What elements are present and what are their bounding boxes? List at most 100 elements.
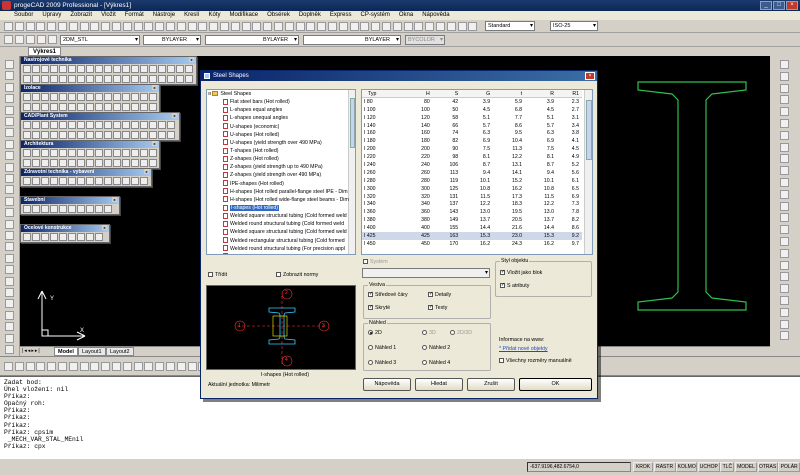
- document-tab[interactable]: Výkres1: [28, 47, 62, 56]
- table-header[interactable]: t: [493, 90, 526, 99]
- draw-tool-icon[interactable]: [5, 299, 14, 309]
- palette-tool-icon[interactable]: [68, 177, 76, 185]
- status-toggle-tlč[interactable]: TLČ: [720, 462, 735, 472]
- palette-tool-icon[interactable]: [113, 65, 121, 73]
- palette-tool-icon[interactable]: [77, 93, 85, 101]
- palette-tool-icon[interactable]: [32, 75, 40, 83]
- palette-tool-icon[interactable]: [104, 121, 112, 129]
- palette-tool-icon[interactable]: [77, 205, 85, 213]
- modify-tool-icon[interactable]: [780, 107, 789, 117]
- palette-tool-icon[interactable]: [104, 65, 112, 73]
- tree-item[interactable]: Z-shapes (yield strength up to 490 MPa): [207, 163, 355, 171]
- layer-combo[interactable]: 2DM_STL: [60, 35, 140, 45]
- palette-tool-icon[interactable]: [50, 177, 58, 185]
- palette-tool-icon[interactable]: [50, 131, 58, 139]
- palette-tool-icon[interactable]: [50, 103, 58, 111]
- menu-item[interactable]: Kreslí: [184, 11, 199, 20]
- tree-item[interactable]: U-shapes (economic): [207, 123, 355, 131]
- palette-tool-icon[interactable]: [86, 121, 94, 129]
- help-button[interactable]: Nápověda: [363, 378, 411, 391]
- bottom-toolbar-icon[interactable]: [101, 362, 111, 371]
- palette-tool-icon[interactable]: [122, 131, 130, 139]
- draw-tool-icon[interactable]: [5, 139, 14, 149]
- table-header[interactable]: R1: [557, 90, 582, 99]
- modify-tool-icon[interactable]: [780, 142, 789, 152]
- palette-tool-icon[interactable]: [104, 93, 112, 101]
- radio-view-4[interactable]: Náhled 4: [422, 360, 450, 366]
- toolbar-icon[interactable]: [468, 22, 478, 31]
- palette-tool-icon[interactable]: [50, 121, 58, 129]
- palette-tool-icon[interactable]: [32, 205, 40, 213]
- status-toggle-uchop[interactable]: UCHOP: [697, 462, 720, 472]
- palette-tool-icon[interactable]: [122, 149, 130, 157]
- draw-tool-icon[interactable]: [5, 94, 14, 104]
- toolbar-icon[interactable]: [317, 22, 327, 31]
- palette-tool-icon[interactable]: [113, 177, 121, 185]
- table-row[interactable]: I 140 140 66 5.7 8.6 5.7 3.4: [362, 122, 582, 130]
- tree-item[interactable]: Welded rectangular structural tubing (Co…: [207, 237, 355, 245]
- palette-tool-icon[interactable]: [41, 75, 49, 83]
- palette-tool-icon[interactable]: [23, 149, 31, 157]
- tree-item[interactable]: H-shapes (Hot rolled parallel-flange ste…: [207, 188, 355, 196]
- tree-item[interactable]: T-shapes (Hot rolled): [207, 147, 355, 155]
- palette-tool-icon[interactable]: [104, 177, 112, 185]
- palette-tool-icon[interactable]: [23, 233, 31, 241]
- toolbar-icon[interactable]: [306, 22, 316, 31]
- toolbar-icon[interactable]: [414, 22, 424, 31]
- insert-as-block-checkbox[interactable]: Vložit jako blok: [500, 269, 542, 276]
- menu-item[interactable]: Kóty: [208, 11, 220, 20]
- palette-tool-icon[interactable]: [131, 103, 139, 111]
- toolbar-icon[interactable]: [47, 22, 57, 31]
- palette-tool-icon[interactable]: [104, 103, 112, 111]
- color-combo[interactable]: BYLAYER: [143, 35, 201, 45]
- menu-item[interactable]: Okna: [399, 11, 413, 20]
- palette-tool-icon[interactable]: [68, 233, 76, 241]
- modify-tool-icon[interactable]: [780, 272, 789, 282]
- modify-tool-icon[interactable]: [780, 319, 789, 329]
- radio-view-1[interactable]: Náhled 1: [368, 345, 396, 351]
- palette-tool-icon[interactable]: [122, 75, 130, 83]
- palette-tool-icon[interactable]: [23, 93, 31, 101]
- menu-item[interactable]: Nástroje: [153, 11, 175, 20]
- draw-tool-icon[interactable]: [5, 60, 14, 69]
- hidden-checkbox[interactable]: Skryté: [368, 304, 390, 311]
- table-header[interactable]: G: [461, 90, 494, 99]
- palette-tool-icon[interactable]: [23, 177, 31, 185]
- palette-tool-icon[interactable]: [86, 75, 94, 83]
- palette-tool-icon[interactable]: [32, 131, 40, 139]
- menu-item[interactable]: Vložit: [101, 11, 116, 20]
- tab-layout1[interactable]: Layout1: [78, 347, 106, 356]
- palette-tool-icon[interactable]: [113, 149, 121, 157]
- palette-tool-icon[interactable]: [77, 159, 85, 167]
- toolbar-icon[interactable]: [284, 22, 294, 31]
- palette-tool-icon[interactable]: [68, 103, 76, 111]
- palette-tool-icon[interactable]: [86, 103, 94, 111]
- toolbar-icon[interactable]: [187, 22, 197, 31]
- palette-tool-icon[interactable]: [77, 75, 85, 83]
- palette-tool-icon[interactable]: [185, 75, 193, 83]
- add-objects-link[interactable]: * Přidat nové objekty: [499, 346, 548, 352]
- table-row[interactable]: I 100 100 50 4.5 6.8 4.5 2.7: [362, 106, 582, 114]
- dim-style-combo[interactable]: ISO-25: [550, 21, 598, 31]
- table-header[interactable]: R: [525, 90, 558, 99]
- tree-item[interactable]: Z-shapes (Hot rolled): [207, 155, 355, 163]
- menu-item[interactable]: Úpravy: [42, 11, 61, 20]
- toolbar-icon[interactable]: [4, 22, 13, 31]
- palette-tool-icon[interactable]: [131, 121, 139, 129]
- palette-tool-icon[interactable]: [95, 233, 103, 241]
- lineweight-combo[interactable]: BYLAYER: [303, 35, 401, 45]
- palette-tool-icon[interactable]: [50, 149, 58, 157]
- tree-item[interactable]: Welded square structural tubing (Cold fo…: [207, 212, 355, 220]
- table-row[interactable]: I 400 400 155 14.4 21.6 14.4 8.6: [362, 224, 582, 232]
- modify-tool-icon[interactable]: [780, 130, 789, 140]
- palette-tool-icon[interactable]: [41, 149, 49, 157]
- palette-tool-icon[interactable]: [167, 75, 175, 83]
- radio-2d3d[interactable]: 2D/3D: [450, 330, 472, 336]
- toolbar-icon[interactable]: [58, 22, 67, 31]
- plotstyle-combo[interactable]: BYCOLOR: [405, 35, 445, 45]
- draw-tool-icon[interactable]: [5, 242, 14, 252]
- palette-tool-icon[interactable]: [77, 103, 85, 111]
- bottom-toolbar-icon[interactable]: [144, 362, 154, 371]
- bottom-toolbar-icon[interactable]: [25, 362, 35, 371]
- bottom-toolbar-icon[interactable]: [79, 362, 89, 371]
